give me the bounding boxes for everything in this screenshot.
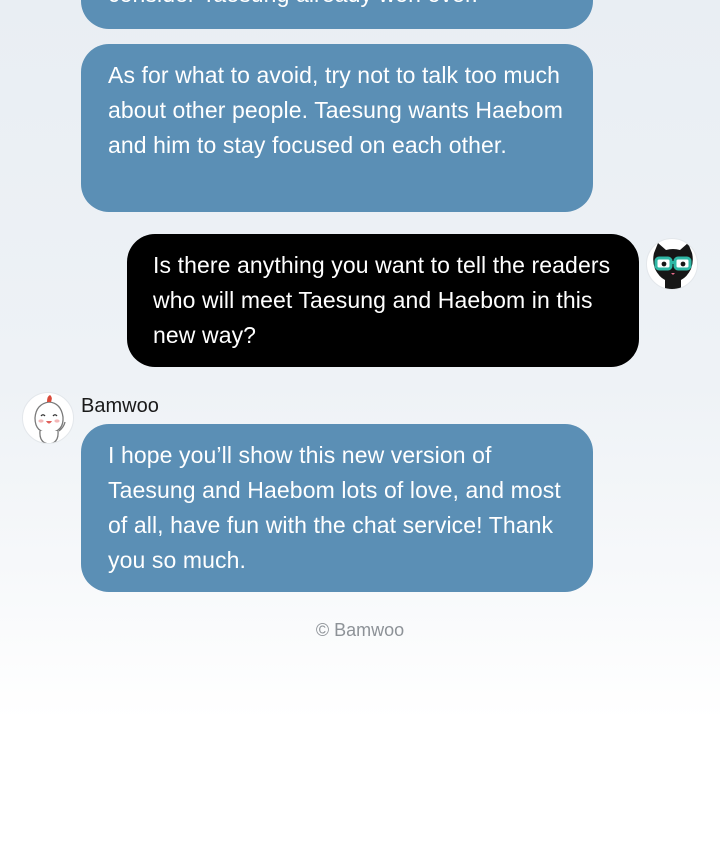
message-text: I hope you’ll show this new version of T… [108,442,561,573]
chestnut-character-icon [34,395,66,443]
sender-name: Bamwoo [81,395,159,417]
message-text: As for what to avoid, try not to talk to… [108,62,563,158]
author-avatar [22,392,74,444]
chat-message-outgoing: Is there anything you want to tell the r… [127,234,639,367]
interviewer-avatar [646,238,698,290]
chat-message-incoming: consider Taesung already won over. [81,0,593,29]
black-cat-glasses-icon [653,243,693,289]
copyright-credit: © Bamwoo [315,620,405,640]
chat-message-incoming: I hope you’ll show this new version of T… [81,424,593,592]
chat-message-incoming: As for what to avoid, try not to talk to… [81,44,593,212]
message-text: consider Taesung already won over. [108,0,567,12]
message-text: Is there anything you want to tell the r… [153,252,611,348]
